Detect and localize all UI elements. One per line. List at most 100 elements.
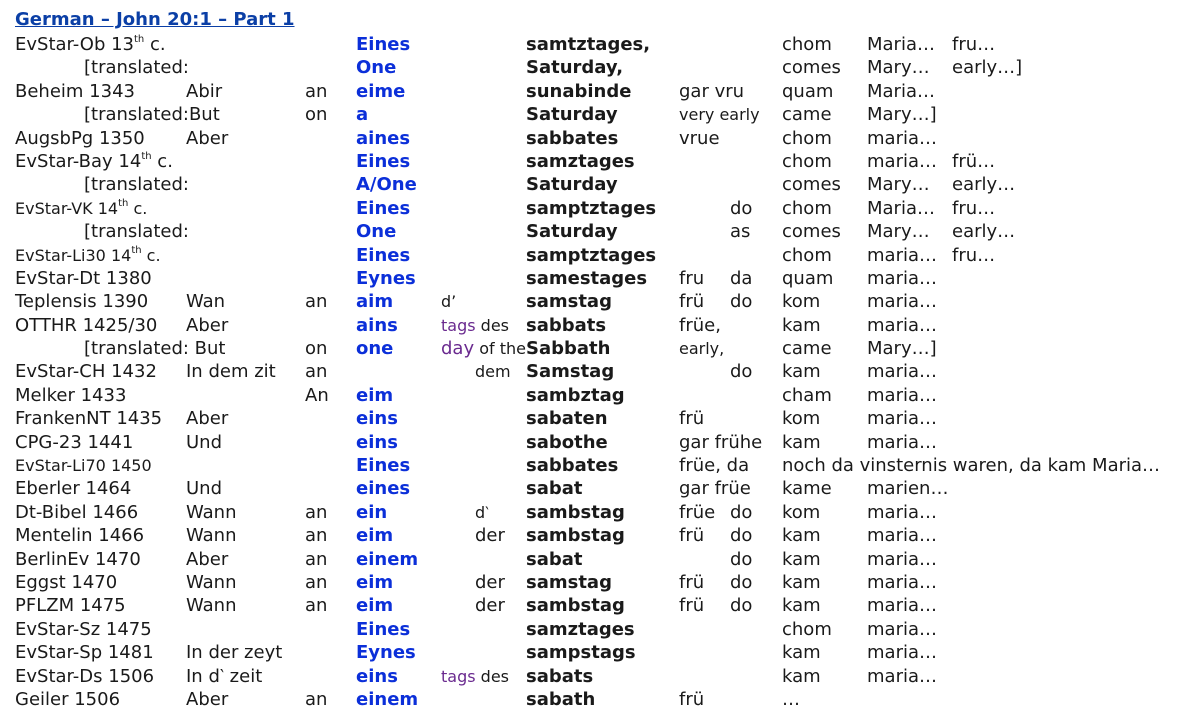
- day-word-cell: samtztages,: [526, 34, 651, 55]
- table-row: EvStar-CH 1432 In dem zit an dem Samstag do ka…: [0, 360, 1194, 383]
- table-row: EvStar-Ob 13th c. Eines samtztages, chom Mar…: [0, 33, 1194, 56]
- article-cell: eines: [356, 478, 411, 500]
- source-label: Melker 1433: [15, 384, 127, 406]
- article-cell: ains: [356, 314, 398, 336]
- table-row: [translated: A/One Saturday comes Mary… early…: [0, 173, 1194, 196]
- subject-cell: maria…: [867, 408, 937, 430]
- preposition-cell: an: [305, 548, 328, 570]
- adverb2-cell: fru…: [952, 197, 996, 219]
- table-row: [translated:But on a Saturday very early came…: [0, 103, 1194, 126]
- source-label: [translated:: [84, 174, 189, 196]
- verb-cell: comes: [782, 221, 841, 243]
- article-cell: eim: [356, 571, 394, 593]
- source-label: BerlinEv 1470: [15, 548, 141, 570]
- preposition-cell: an: [305, 688, 328, 710]
- ordinal-suffix: th: [141, 150, 152, 162]
- highlighted-word: day: [441, 338, 475, 360]
- article-cell: One: [356, 221, 397, 243]
- preposition-cell: an: [305, 595, 328, 617]
- adverb-cell: vrue: [679, 127, 720, 149]
- ordinal-suffix: th: [131, 245, 142, 257]
- source-label: Eggst 1470: [15, 571, 118, 593]
- day-word-cell: sunabinde: [526, 80, 632, 102]
- table-row: Eberler 1464 Und eines sabat gar früe kame mar…: [0, 477, 1194, 500]
- adverb-cell: früe,: [679, 314, 721, 336]
- source-label: CPG-23 1441: [15, 431, 134, 453]
- table-row: EvStar-Ds 1506 In d‵ zeit eins tags des saba…: [0, 665, 1194, 688]
- preposition-cell: on: [305, 104, 328, 126]
- table-row: Beheim 1343 Abir an eime sunabinde gar vru qua…: [0, 80, 1194, 103]
- subject-cell: Mary…: [867, 174, 930, 196]
- table-row: Teplensis 1390 Wan an aim d’ samstag frü do kom m…: [0, 290, 1194, 313]
- source-label: EvStar-Ds 1506: [15, 665, 155, 687]
- article-cell: eim: [356, 595, 394, 617]
- verb-cell: kam: [782, 525, 821, 547]
- particle-cell: do: [730, 548, 753, 570]
- verb-cell: kam: [782, 642, 821, 664]
- table-row: EvStar-Sz 1475 Eines samztages chom maria…: [0, 618, 1194, 641]
- verb-cell: kam: [782, 548, 821, 570]
- subject-cell: marien…: [867, 478, 949, 500]
- comparison-table: EvStar-Ob 13th c. Eines samtztages, chom Mar…: [0, 33, 1194, 711]
- source-label: [translated:: [84, 221, 189, 243]
- day-word-cell: sambstag: [526, 501, 625, 523]
- day-word-cell: sabothe: [526, 431, 608, 453]
- verb-cell: chom: [782, 244, 832, 266]
- adverb2-cell: fru…: [952, 34, 996, 55]
- day-word-cell: sabbates: [526, 455, 619, 477]
- page-title: German – John 20:1 – Part 1: [15, 9, 295, 30]
- subject-cell: maria…: [867, 291, 937, 313]
- source-label: Dt-Bibel 1466: [15, 501, 139, 523]
- conjunction-cell: Aber: [186, 408, 229, 430]
- adverb-cell: gar frühe: [679, 431, 763, 453]
- table-row: EvStar-VK 14th c. Eines samptztages do chom M…: [0, 197, 1194, 220]
- determiner-cell: der: [475, 595, 505, 617]
- verb-cell: kam: [782, 665, 821, 687]
- determiner-cell: tags des: [441, 666, 509, 686]
- article-cell: eins: [356, 408, 398, 430]
- conjunction-cell: Wann: [186, 525, 237, 547]
- source-label: [translated:But: [84, 104, 220, 126]
- adverb-cell: gar vru: [679, 80, 745, 102]
- article-cell: einem: [356, 548, 419, 570]
- day-word-cell: samptztages: [526, 197, 657, 219]
- day-word-cell: sambztag: [526, 384, 625, 406]
- conjunction-cell: In dem zit: [186, 361, 276, 383]
- verb-cell: kam: [782, 431, 821, 453]
- source-label: Eberler 1464: [15, 478, 132, 500]
- article-cell: Eynes: [356, 642, 416, 664]
- source-label: EvStar-CH 1432: [15, 361, 157, 383]
- preposition-cell: an: [305, 501, 328, 523]
- particle-cell: do: [730, 197, 753, 219]
- article-cell: Eines: [356, 455, 411, 477]
- preposition-cell: an: [305, 80, 328, 102]
- table-row: [translated: One Saturday, comes Mary… early……: [0, 56, 1194, 79]
- table-row: Geiler 1506 Aber an einem sabath frü…: [0, 688, 1194, 711]
- conjunction-cell: Aber: [186, 314, 229, 336]
- table-row: EvStar-Dt 1380 Eynes samestages fru da quam ma…: [0, 267, 1194, 290]
- day-word-cell: samstag: [526, 571, 612, 593]
- adverb2-cell: early…: [952, 221, 1016, 243]
- conjunction-cell: Wann: [186, 595, 237, 617]
- subject-cell: Maria…: [867, 34, 935, 55]
- table-row: EvStar-Li30 14th c. Eines samptztages chom m…: [0, 244, 1194, 267]
- source-label: Teplensis 1390: [15, 291, 149, 313]
- conjunction-cell: Abir: [186, 80, 223, 102]
- verb-cell: kam: [782, 314, 821, 336]
- article-cell: Eines: [356, 150, 411, 172]
- particle-cell: as: [730, 221, 751, 243]
- verb-cell: noch da vinsternis waren, da kam Maria…: [782, 455, 1161, 477]
- adverb-cell: früe, da: [679, 455, 750, 477]
- adverb-cell: frü: [679, 595, 705, 617]
- conjunction-cell: Und: [186, 478, 223, 500]
- table-row: Melker 1433 An eim sambztag cham maria…: [0, 384, 1194, 407]
- preposition-cell: an: [305, 571, 328, 593]
- verb-cell: came: [782, 338, 832, 360]
- day-word-cell: sabat: [526, 548, 583, 570]
- article-cell: One: [356, 57, 397, 79]
- source-label: OTTHR 1425/30: [15, 314, 158, 336]
- verb-cell: cham: [782, 384, 832, 406]
- adverb-cell: frü: [679, 291, 705, 313]
- verb-cell: chom: [782, 197, 832, 219]
- article-cell: Eines: [356, 197, 411, 219]
